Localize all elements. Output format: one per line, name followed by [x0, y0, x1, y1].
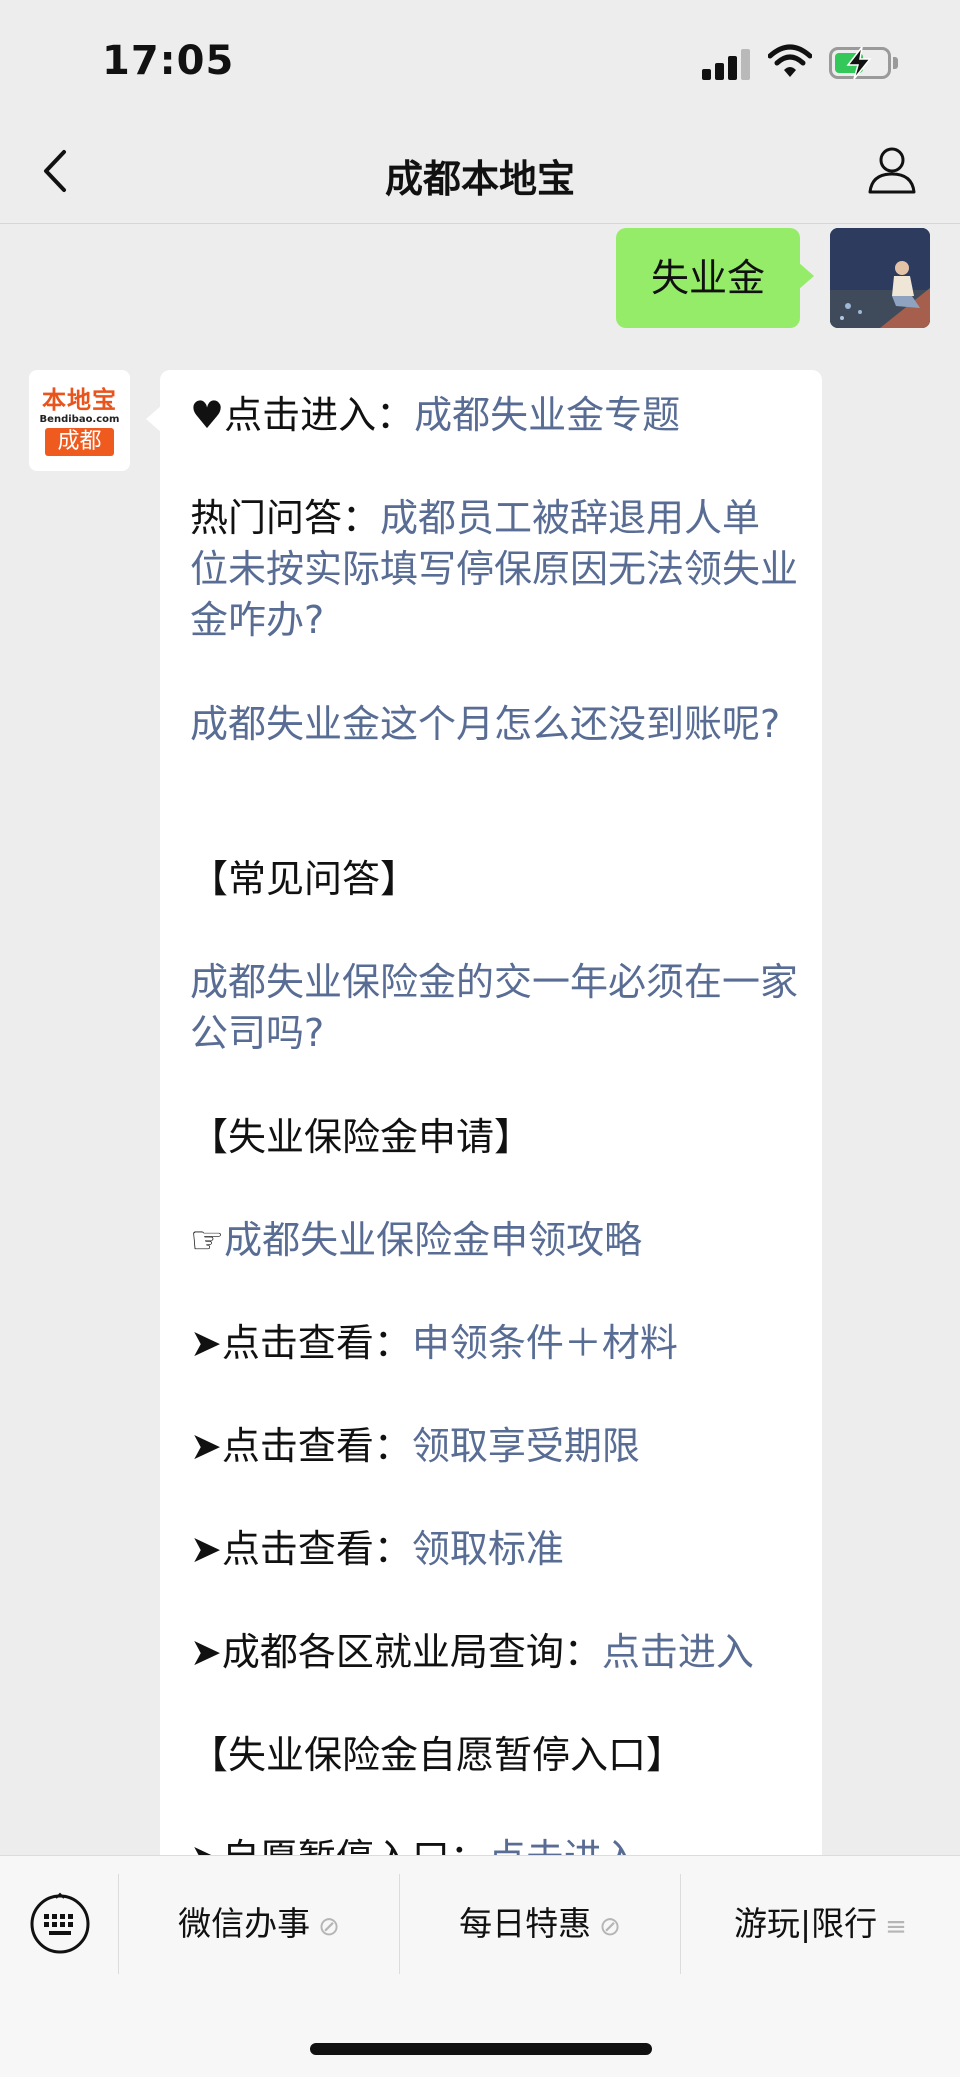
link-one-company[interactable]: 成都失业保险金的交一年必须在一家公司吗?	[190, 960, 798, 1055]
nav-bar: 成都本地宝	[0, 120, 960, 224]
message-line: ➤自愿暂停入口：点击进入	[190, 1833, 798, 1855]
user-avatar[interactable]	[830, 228, 930, 328]
bot-avatar[interactable]: 本地宝 Bendibao.com 成都	[29, 370, 130, 471]
link-icon: ⊘	[318, 1912, 340, 1942]
keyboard-icon[interactable]	[28, 1892, 92, 1956]
menu-item-wechat-services[interactable]: 微信办事 ⊘	[119, 1894, 399, 1954]
link-conditions[interactable]: 申领条件＋材料	[412, 1321, 678, 1365]
link-district-query[interactable]: 点击进入	[602, 1630, 754, 1674]
message-line: 成都失业保险金的交一年必须在一家公司吗?	[190, 957, 798, 1059]
message-line: ♥点击进入：成都失业金专题	[190, 393, 681, 437]
link-unemployment-topic[interactable]: 成都失业金专题	[414, 393, 680, 437]
chat-area: 失业金 本地宝 Bendibao.com 成都 ♥点击进入：成都失业金专题 热门…	[0, 225, 960, 1855]
home-indicator	[310, 2043, 652, 2055]
message-line: ☞成都失业保险金申领攻略	[190, 1218, 643, 1262]
menu-item-travel-restrictions[interactable]: 游玩|限行 ≡	[681, 1894, 960, 1954]
message-line: ➤成都各区就业局查询：点击进入	[190, 1630, 754, 1674]
battery-cap	[893, 57, 898, 69]
logo-site: Bendibao.com	[39, 414, 120, 425]
message-line: 成都失业金这个月怎么还没到账呢?	[190, 699, 798, 750]
section-heading: 【常见问答】	[190, 857, 419, 901]
submenu-icon: ≡	[885, 1912, 907, 1942]
profile-icon[interactable]	[866, 144, 918, 196]
link-not-arrived[interactable]: 成都失业金这个月怎么还没到账呢?	[190, 702, 780, 746]
message-line: ➤点击查看：领取享受期限	[190, 1424, 640, 1468]
link-pause-entry[interactable]: 点击进入	[488, 1836, 640, 1855]
link-icon: ⊘	[599, 1912, 621, 1942]
message-line: 热门问答：成都员工被辞退用人单位未按实际填写停保原因无法领失业金咋办?	[190, 496, 799, 642]
status-bar: 17:05	[0, 0, 960, 120]
link-apply-guide[interactable]: 成都失业保险金申领攻略	[224, 1218, 642, 1262]
section-heading: 【失业保险金申请】	[190, 1115, 533, 1159]
signal-icon	[702, 48, 750, 80]
link-period[interactable]: 领取享受期限	[412, 1424, 640, 1468]
logo-brand: 本地宝	[42, 386, 117, 414]
logo-city: 成都	[45, 428, 114, 456]
section-heading: 【失业保险金自愿暂停入口】	[190, 1733, 685, 1777]
user-message-bubble[interactable]: 失业金	[616, 228, 814, 328]
message-line: ➤点击查看：申领条件＋材料	[190, 1321, 678, 1365]
chat-title: 成都本地宝	[384, 157, 575, 201]
message-line: ➤点击查看：领取标准	[190, 1527, 564, 1571]
link-standard[interactable]: 领取标准	[412, 1527, 564, 1571]
battery-icon	[829, 46, 891, 80]
menu-item-daily-deals[interactable]: 每日特惠 ⊘	[400, 1894, 680, 1954]
bot-message-bubble: ♥点击进入：成都失业金专题 热门问答：成都员工被辞退用人单位未按实际填写停保原因…	[146, 370, 822, 1855]
wifi-icon	[768, 44, 812, 77]
status-time: 17:05	[102, 38, 235, 84]
